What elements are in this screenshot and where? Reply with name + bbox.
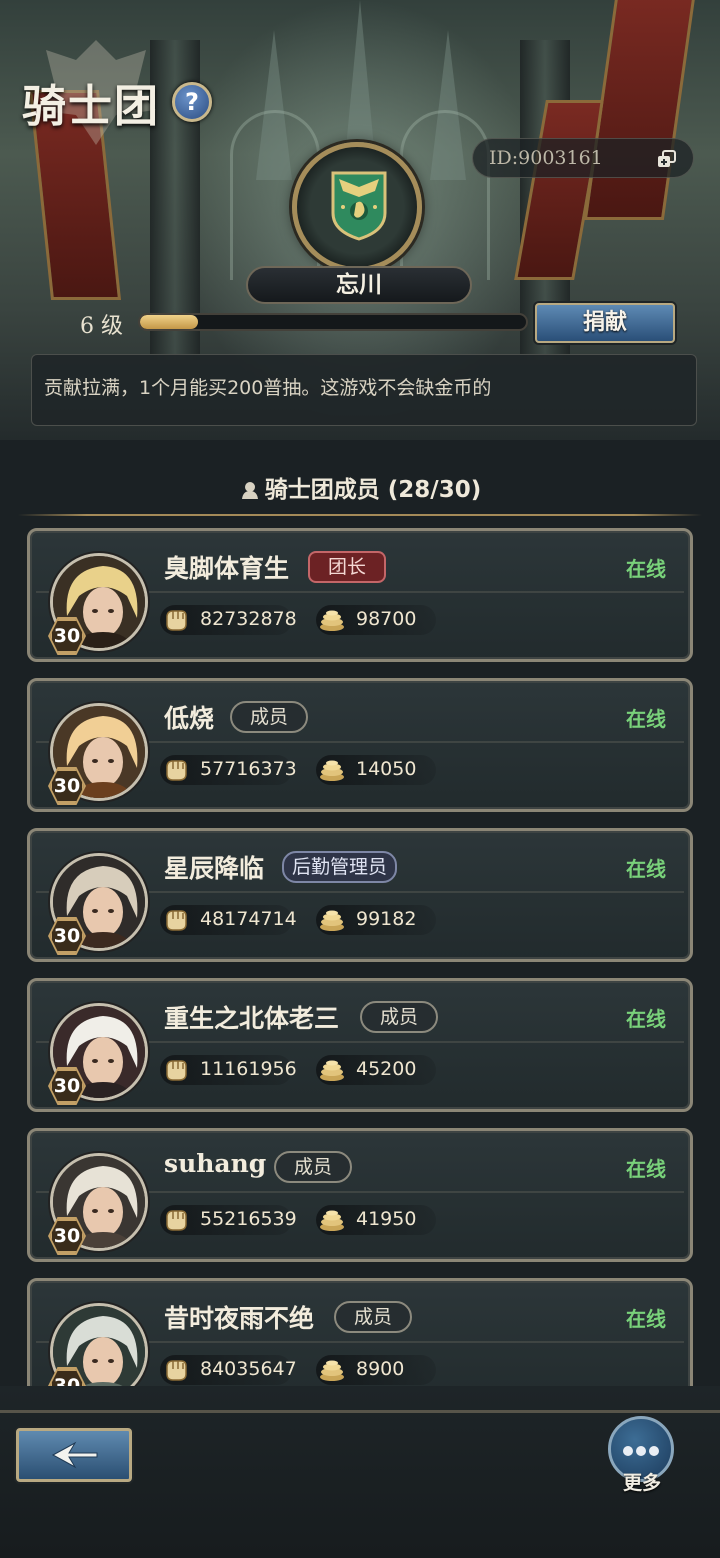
coins-stat: 99182 <box>316 905 436 935</box>
coin-stack-icon <box>320 610 344 631</box>
coin-stack-icon <box>320 1360 344 1381</box>
guild-notice-text: 贡献拉满，1个月能买200普抽。这游戏不会缺金币的 <box>44 377 492 399</box>
member-name: 昔时夜雨不绝 <box>164 1304 315 1333</box>
member-card[interactable]: 30 重生之北体老三 成员 在线 11161956 45200 <box>27 978 693 1112</box>
member-card[interactable]: 30 昔时夜雨不绝 成员 在线 84035647 8900 <box>27 1278 693 1386</box>
coins-stat: 8900 <box>316 1355 436 1385</box>
power-stat: 82732878 <box>160 605 297 635</box>
member-name: 星辰降临 <box>164 854 265 883</box>
power-stat: 57716373 <box>160 755 297 785</box>
more-label: 更多 <box>622 1472 661 1494</box>
coins-stat: 98700 <box>316 605 436 635</box>
online-status: 在线 <box>626 557 666 581</box>
role-badge: 团长 <box>308 551 387 583</box>
online-status: 在线 <box>626 1157 666 1181</box>
coins-stat: 14050 <box>316 755 436 785</box>
member-name: 低烧 <box>164 704 215 733</box>
fist-icon <box>166 610 187 631</box>
level-progress-bar <box>138 313 528 331</box>
fist-icon <box>166 1360 187 1381</box>
level-progress-fill <box>140 315 198 329</box>
bottom-divider <box>0 1410 720 1413</box>
fist-icon <box>166 760 187 781</box>
coins-stat: 41950 <box>316 1205 436 1235</box>
guild-name: 忘川 <box>336 272 382 298</box>
online-status: 在线 <box>626 857 666 881</box>
online-status: 在线 <box>626 1307 666 1331</box>
power-value: 11161956 <box>200 1058 297 1080</box>
online-status: 在线 <box>626 707 666 731</box>
more-dots-icon <box>649 1446 659 1456</box>
power-stat: 11161956 <box>160 1055 297 1085</box>
coin-stack-icon <box>320 1210 344 1231</box>
member-card[interactable]: 30 臭脚体育生 团长 在线 82732878 98700 <box>27 528 693 662</box>
online-status: 在线 <box>626 1007 666 1031</box>
coin-stack-icon <box>320 910 344 931</box>
member-card[interactable]: 30 低烧 成员 在线 57716373 14050 <box>27 678 693 812</box>
fist-icon <box>166 910 187 931</box>
guild-name-plate: 忘川 <box>246 266 472 304</box>
member-card[interactable]: 30 星辰降临 后勤管理员 在线 48174714 99182 <box>27 828 693 962</box>
back-arrow-icon <box>51 1441 98 1469</box>
more-dots-icon <box>623 1446 633 1456</box>
guild-id-text: ID:9003161 <box>489 147 603 169</box>
bottom-bar: 更多 <box>0 1386 720 1558</box>
back-button[interactable] <box>16 1428 132 1482</box>
guild-id-pill[interactable]: ID:9003161 <box>472 138 694 178</box>
members-header: 骑士团成员 (28/30) <box>0 470 720 504</box>
power-value: 57716373 <box>200 758 297 780</box>
guild-emblem <box>292 142 422 272</box>
coins-value: 98700 <box>356 608 417 630</box>
guild-level: 6 级 <box>80 314 123 339</box>
copy-icon[interactable] <box>657 150 677 168</box>
member-name: 臭脚体育生 <box>164 554 290 583</box>
coin-stack-icon <box>320 760 344 781</box>
coins-value: 14050 <box>356 758 417 780</box>
coins-value: 41950 <box>356 1208 417 1230</box>
fist-icon <box>166 1210 187 1231</box>
coins-value: 8900 <box>356 1358 405 1380</box>
coins-value: 45200 <box>356 1058 417 1080</box>
power-stat: 84035647 <box>160 1355 297 1385</box>
role-badge: 后勤管理员 <box>282 851 398 883</box>
more-dots-icon <box>636 1446 646 1456</box>
power-stat: 55216539 <box>160 1205 297 1235</box>
members-title: 骑士团成员 (28/30) <box>264 477 482 503</box>
power-value: 82732878 <box>200 608 297 630</box>
fist-icon <box>166 1060 187 1081</box>
help-button[interactable]: ? <box>172 82 212 122</box>
coins-value: 99182 <box>356 908 417 930</box>
member-name: suhang <box>164 1149 267 1178</box>
coins-stat: 45200 <box>316 1055 436 1085</box>
section-divider <box>18 514 702 516</box>
banner-decoration <box>583 0 697 220</box>
power-stat: 48174714 <box>160 905 297 935</box>
donate-button[interactable]: 捐献 <box>535 303 675 343</box>
role-badge: 成员 <box>360 1001 439 1033</box>
member-list[interactable]: 30 臭脚体育生 团长 在线 82732878 98700 30 低烧 成员 在… <box>0 528 720 1386</box>
member-name: 重生之北体老三 <box>164 1004 340 1033</box>
page-title: 骑士团 <box>22 81 160 132</box>
shield-icon <box>331 171 387 241</box>
role-badge: 成员 <box>274 1151 353 1183</box>
role-badge: 成员 <box>334 1301 413 1333</box>
power-value: 55216539 <box>200 1208 297 1230</box>
question-icon: ? <box>185 88 199 116</box>
guild-notice: 贡献拉满，1个月能买200普抽。这游戏不会缺金币的 <box>31 354 697 426</box>
role-badge: 成员 <box>230 701 309 733</box>
coin-stack-icon <box>320 1060 344 1081</box>
power-value: 48174714 <box>200 908 297 930</box>
power-value: 84035647 <box>200 1358 297 1380</box>
member-card[interactable]: 30 suhang 成员 在线 55216539 41950 <box>27 1128 693 1262</box>
member-icon <box>241 482 258 499</box>
